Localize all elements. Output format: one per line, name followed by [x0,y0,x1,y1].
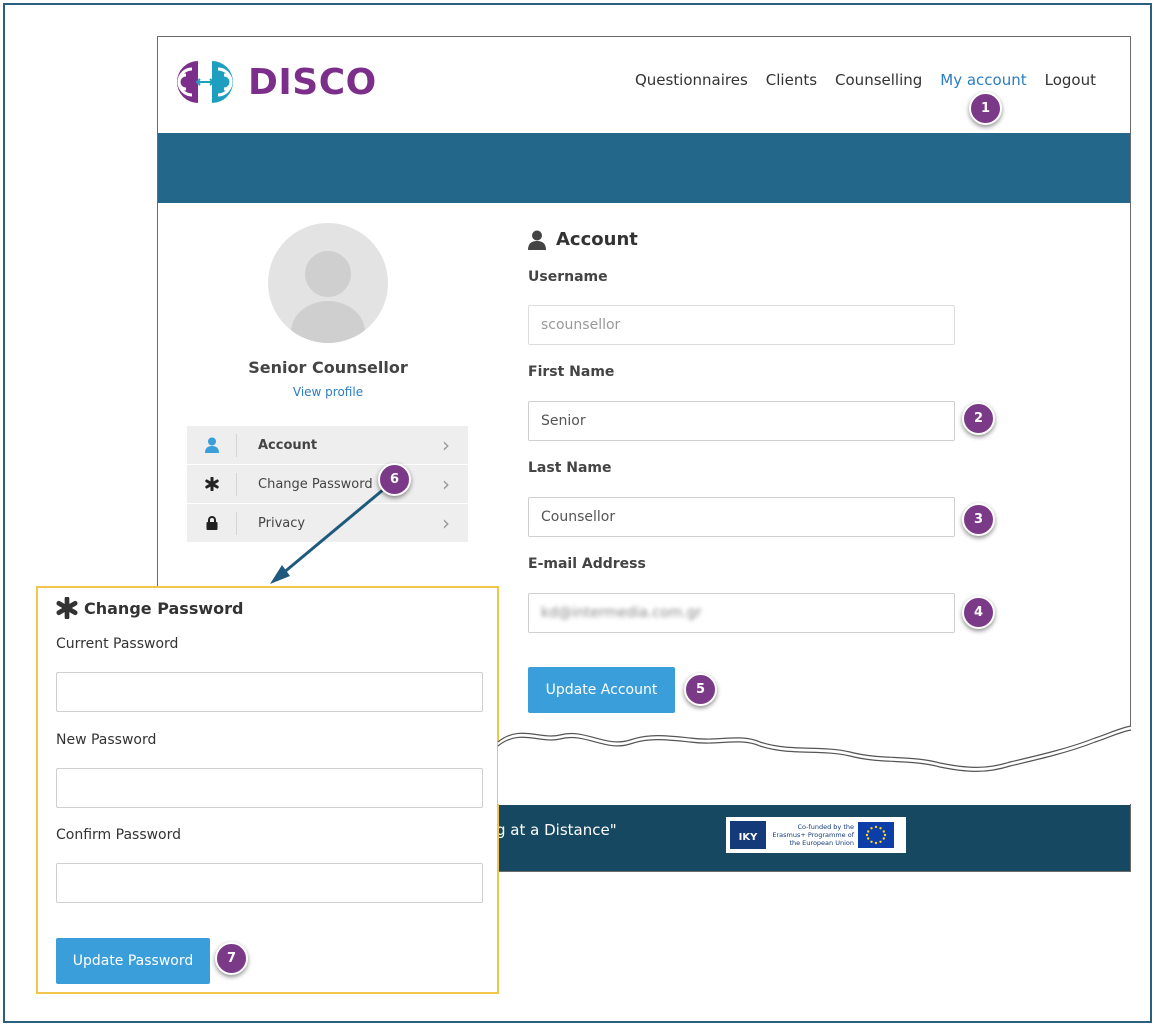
step-badge-5: 5 [684,673,717,706]
step-badge-4: 4 [962,596,995,629]
step-badge-1: 1 [969,92,1002,125]
step-badge-2: 2 [962,402,995,435]
step-badge-6: 6 [378,463,411,496]
step-badge-7: 7 [215,942,248,975]
step-badge-3: 3 [962,503,995,536]
